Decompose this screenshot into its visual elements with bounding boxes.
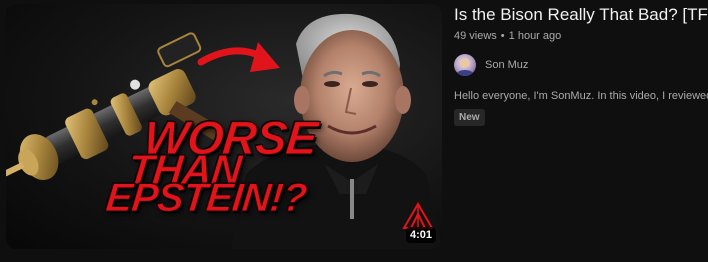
avatar-icon[interactable]	[454, 54, 476, 76]
channel-link[interactable]: Son Muz	[454, 53, 528, 77]
red-arrow-icon	[197, 42, 280, 72]
upload-age: 1 hour ago	[508, 30, 562, 42]
video-thumbnail[interactable]: WORSE THAN EPSTEIN!? 4:01	[6, 4, 442, 249]
video-description-snippet: Hello everyone, I'm SonMuz. In this vide…	[454, 90, 708, 102]
duration-badge: 4:01	[405, 227, 436, 243]
video-metadata: 49 views • 1 hour ago	[454, 30, 561, 42]
thumbnail-artwork	[6, 13, 442, 249]
new-badge: New	[454, 109, 485, 126]
video-title[interactable]: Is the Bison Really That Bad? [TF2]	[454, 5, 708, 25]
channel-name[interactable]: Son Muz	[485, 59, 528, 71]
video-result-row[interactable]: WORSE THAN EPSTEIN!? 4:01 Is the Bison R…	[0, 0, 708, 262]
meta-separator: •	[500, 30, 505, 42]
video-info: Is the Bison Really That Bad? [TF2] 49 v…	[454, 0, 708, 262]
view-count: 49 views	[454, 30, 497, 42]
